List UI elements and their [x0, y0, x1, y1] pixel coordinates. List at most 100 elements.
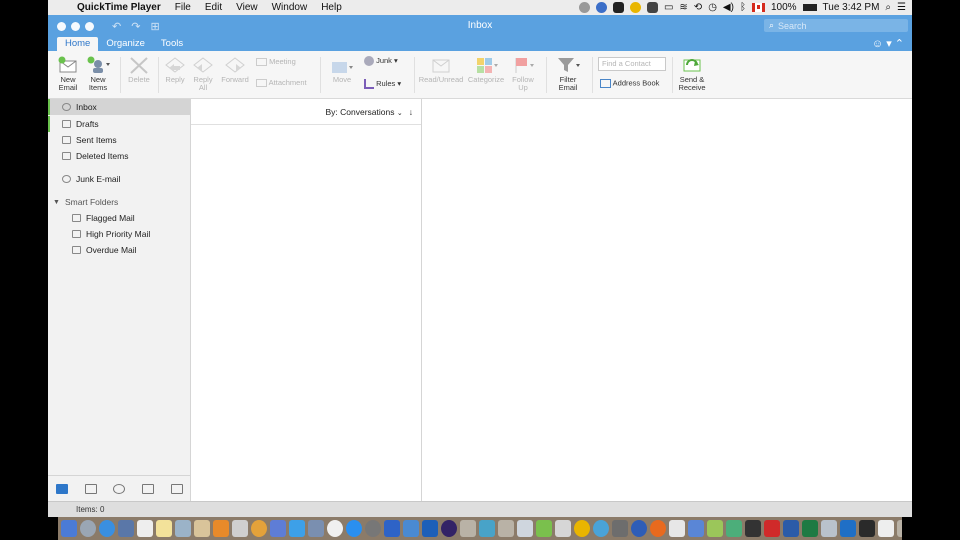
menu-help[interactable]: Help [314, 2, 349, 13]
address-book-button[interactable]: Address Book [600, 79, 659, 88]
document-dock-icon[interactable] [878, 520, 894, 537]
tasks-module-icon[interactable] [142, 483, 155, 494]
junk-button[interactable]: Junk ▾ [364, 56, 398, 66]
new-email-button[interactable]: New Email [54, 56, 82, 92]
battery-percent[interactable]: 100% [771, 2, 797, 13]
smart-folders-header[interactable]: ▼ Smart Folders [48, 194, 190, 210]
delete-button[interactable]: Delete [126, 56, 152, 84]
notes-dock-icon[interactable] [156, 520, 172, 537]
tab-tools[interactable]: Tools [153, 37, 191, 51]
forward-button[interactable]: Forward [218, 56, 252, 84]
undo-icon[interactable]: ↶ [112, 20, 121, 33]
unknown-app-dock-icon[interactable] [460, 520, 476, 537]
launchpad-dock-icon[interactable] [80, 520, 96, 537]
app-dock-icon[interactable] [612, 520, 628, 537]
app-dock-icon[interactable] [631, 520, 647, 537]
app-dock-icon[interactable] [479, 520, 495, 537]
unknown-app-dock-icon[interactable] [498, 520, 514, 537]
app-dock-icon[interactable] [403, 520, 419, 537]
finder-dock-icon[interactable] [61, 520, 77, 537]
sort-direction-arrow-icon[interactable]: ↓ [409, 107, 413, 117]
redo-icon[interactable]: ↷ [131, 20, 140, 33]
close-window-button[interactable] [57, 21, 66, 31]
app-tray-icon[interactable] [612, 2, 624, 13]
categorize-button[interactable]: Categorize [466, 56, 506, 84]
follow-up-button[interactable]: Follow Up [508, 56, 538, 92]
menu-edit[interactable]: Edit [198, 2, 229, 13]
send-receive-button[interactable]: Send & Receive [676, 56, 708, 92]
app-store-dock-icon[interactable] [346, 520, 362, 537]
rules-button[interactable]: Rules ▾ [364, 79, 401, 89]
reply-all-button[interactable]: Reply All [190, 56, 216, 92]
app-menu[interactable]: QuickTime Player [70, 2, 168, 13]
menu-window[interactable]: Window [265, 2, 315, 13]
preview-dock-icon[interactable] [175, 520, 191, 537]
meeting-button[interactable]: Meeting [256, 58, 296, 67]
firefox-dock-icon[interactable] [650, 520, 666, 537]
android-dock-icon[interactable] [707, 520, 723, 537]
move-button[interactable]: Move [328, 56, 356, 84]
terminal-tray-icon[interactable] [646, 2, 658, 13]
outlook-dock-icon[interactable] [840, 520, 856, 537]
reply-button[interactable]: Reply [162, 56, 188, 84]
search-field[interactable]: ⌕ Search [764, 19, 908, 32]
notes-module-icon[interactable] [170, 483, 183, 494]
tab-home[interactable]: Home [57, 37, 99, 51]
app-dock-icon[interactable] [726, 520, 742, 537]
bluetooth-icon[interactable]: ᛒ [740, 2, 746, 13]
folder-junk-email[interactable]: Junk E-mail [48, 171, 190, 187]
system-preferences-dock-icon[interactable] [365, 520, 381, 537]
calendar-module-icon[interactable] [84, 483, 97, 494]
chrome-icon[interactable] [595, 2, 607, 13]
find-contact-input[interactable]: Find a Contact [598, 57, 666, 71]
menu-view[interactable]: View [229, 2, 265, 13]
filter-email-button[interactable]: Filter Email [550, 56, 586, 92]
textedit-dock-icon[interactable] [669, 520, 685, 537]
app-dock-icon[interactable] [517, 520, 533, 537]
record-icon[interactable] [578, 2, 590, 13]
sort-dropdown[interactable]: By: Conversations ⌄ [326, 107, 403, 117]
smart-folder-high-priority[interactable]: High Priority Mail [48, 226, 190, 242]
sync-icon[interactable]: ⟲ [694, 2, 702, 13]
acrobat-dock-icon[interactable] [764, 520, 780, 537]
app-dock-icon[interactable] [821, 520, 837, 537]
app-dock-icon[interactable] [536, 520, 552, 537]
folder-deleted-items[interactable]: Deleted Items [48, 148, 190, 164]
excel-dock-icon[interactable] [802, 520, 818, 537]
word-dock-icon[interactable] [783, 520, 799, 537]
app-dock-icon[interactable] [593, 520, 609, 537]
feedback-smiley-icon[interactable]: ☺ ▾ ⌃ [872, 37, 904, 50]
smart-folder-overdue[interactable]: Overdue Mail [48, 242, 190, 258]
app-dock-icon[interactable] [194, 520, 210, 537]
time-machine-icon[interactable]: ◷ [708, 2, 717, 13]
photos-dock-icon[interactable] [251, 520, 267, 537]
console-dock-icon[interactable] [859, 520, 875, 537]
app-dock-icon[interactable] [422, 520, 438, 537]
input-source-flag-icon[interactable] [751, 3, 765, 12]
keynote-dock-icon[interactable] [289, 520, 305, 537]
folder-inbox[interactable]: Inbox [48, 99, 190, 115]
weather-icon[interactable] [629, 2, 641, 13]
customize-icon[interactable]: ⊞ [150, 20, 159, 33]
app-dock-icon[interactable] [232, 520, 248, 537]
new-items-button[interactable]: New Items [84, 56, 112, 92]
clock[interactable]: Tue 3:42 PM [823, 2, 880, 13]
app-dock-icon[interactable] [441, 520, 457, 537]
zoom-window-button[interactable] [85, 21, 94, 31]
smart-folder-flagged[interactable]: Flagged Mail [48, 210, 190, 226]
folder-drafts[interactable]: Drafts [48, 116, 190, 132]
people-module-icon[interactable] [113, 483, 126, 494]
wifi-icon[interactable]: ≋ [679, 2, 687, 13]
vlc-dock-icon[interactable] [213, 520, 229, 537]
airplay-icon[interactable]: ▭ [664, 2, 673, 13]
itunes-dock-icon[interactable] [327, 520, 343, 537]
notification-center-icon[interactable]: ☰ [897, 2, 906, 13]
app-dock-icon[interactable] [384, 520, 400, 537]
tab-organize[interactable]: Organize [98, 37, 153, 51]
read-unread-button[interactable]: Read/Unread [418, 56, 464, 84]
battery-icon[interactable] [802, 4, 817, 11]
volume-icon[interactable]: ◀) [723, 2, 734, 13]
app-dock-icon[interactable] [308, 520, 324, 537]
mail-module-icon[interactable] [56, 483, 69, 494]
app-dock-icon[interactable] [270, 520, 286, 537]
